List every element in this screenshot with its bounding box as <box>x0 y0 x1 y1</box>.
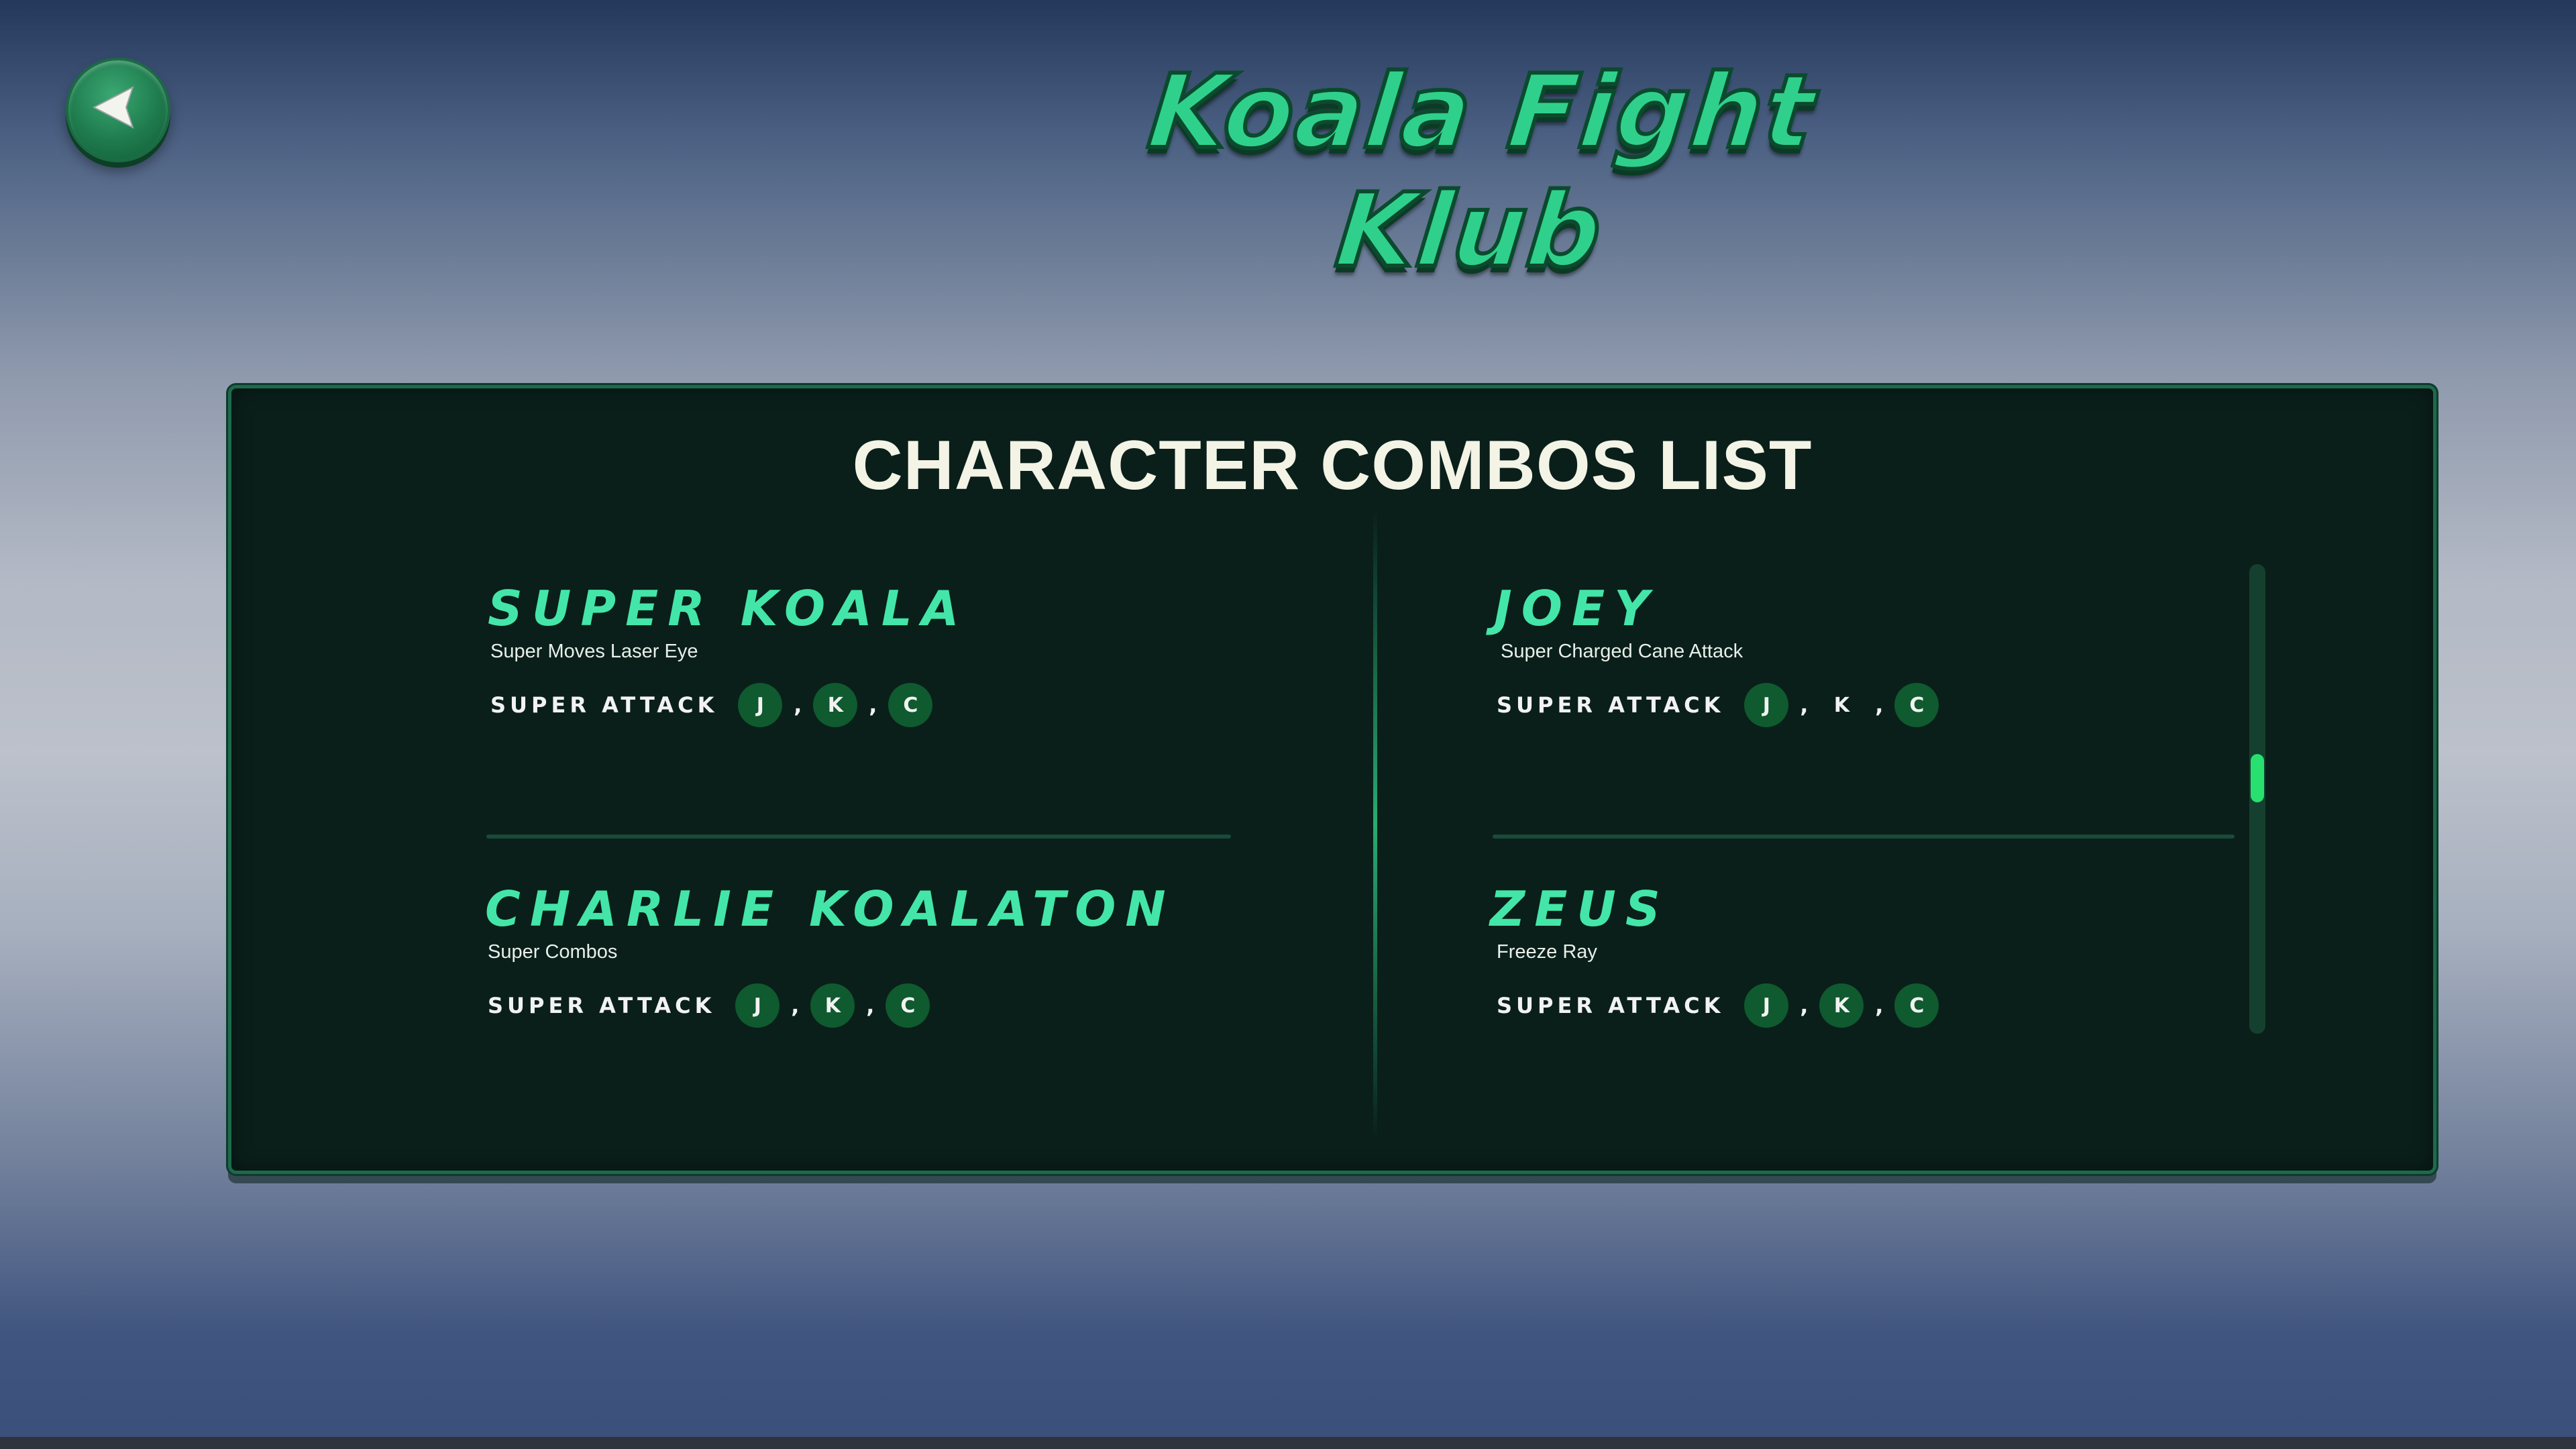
key-separator: , <box>866 993 875 1018</box>
character-entry-zeus[interactable]: ZEUS Freeze Ray SUPER ATTACK J , K , C <box>1490 885 1939 1028</box>
character-description: Super Combos <box>488 941 618 963</box>
character-entry-charlie-koalaton[interactable]: CHARLIE KOALATON Super Combos SUPER ATTA… <box>485 885 1175 1028</box>
key-badge-k: K <box>1833 693 1849 717</box>
key-badge-j: J <box>1744 983 1789 1028</box>
panel-title: CHARACTER COMBOS LIST <box>852 427 1813 504</box>
combos-panel: CHARACTER COMBOS LIST SUPER KOALA Super … <box>228 385 2436 1174</box>
character-name: CHARLIE KOALATON <box>485 881 1175 937</box>
key-badge-c: C <box>888 683 933 727</box>
combo-row: SUPER ATTACK J , K , C <box>490 683 969 727</box>
character-name: ZEUS <box>1490 881 1670 937</box>
row-divider-right <box>1493 835 2235 839</box>
key-separator: , <box>794 692 802 718</box>
key-badge-j: J <box>738 683 783 727</box>
bottom-strip <box>0 1437 2576 1449</box>
key-separator: , <box>1875 993 1884 1018</box>
column-divider <box>1373 509 1377 1140</box>
logo-text: Koala Fight Klub <box>1141 50 1823 292</box>
combo-label: SUPER ATTACK <box>1497 692 1725 718</box>
game-logo: Koala Fight Klub <box>1100 50 1851 292</box>
key-badge-c: C <box>1894 683 1939 727</box>
back-button[interactable] <box>66 58 170 162</box>
combo-label: SUPER ATTACK <box>488 993 716 1018</box>
character-description: Freeze Ray <box>1497 941 1597 963</box>
combo-label: SUPER ATTACK <box>1497 993 1725 1018</box>
key-badge-j: J <box>1744 683 1789 727</box>
combo-row: SUPER ATTACK J , K , C <box>488 983 1175 1028</box>
key-separator: , <box>869 692 877 718</box>
key-badge-j: J <box>735 983 780 1028</box>
character-entry-super-koala[interactable]: SUPER KOALA Super Moves Laser Eye SUPER … <box>488 584 969 727</box>
combo-row: SUPER ATTACK J , K , C <box>1497 983 1939 1028</box>
character-description: Super Moves Laser Eye <box>490 641 698 662</box>
character-entry-joey[interactable]: JOEY Super Charged Cane Attack SUPER ATT… <box>1494 584 1939 727</box>
key-separator: , <box>1800 993 1809 1018</box>
key-badge-c: C <box>885 983 930 1028</box>
combo-label: SUPER ATTACK <box>490 692 718 718</box>
scrollbar-track[interactable] <box>2249 564 2265 1034</box>
key-badge-c: C <box>1894 983 1939 1028</box>
key-separator: , <box>791 993 800 1018</box>
key-separator: , <box>1800 692 1809 718</box>
key-badge-k: K <box>1819 983 1864 1028</box>
back-arrow-icon <box>92 85 134 129</box>
combo-row: SUPER ATTACK J , K , C <box>1497 683 1939 727</box>
scrollbar-thumb[interactable] <box>2251 754 2264 802</box>
character-description: Super Charged Cane Attack <box>1501 641 1743 662</box>
key-badge-k: K <box>813 683 858 727</box>
key-separator: , <box>1875 692 1884 718</box>
character-name: JOEY <box>1494 580 1659 637</box>
key-badge-k: K <box>810 983 855 1028</box>
row-divider-left <box>486 835 1231 839</box>
character-name: SUPER KOALA <box>488 580 969 637</box>
